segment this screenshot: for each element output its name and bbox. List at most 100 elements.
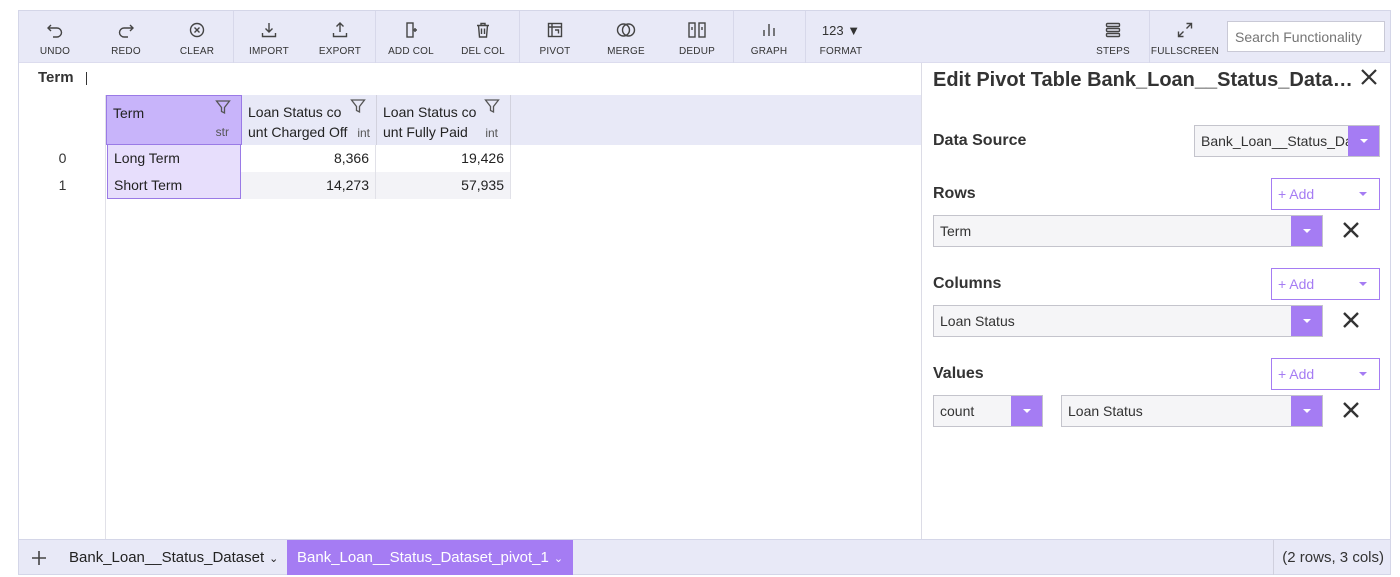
filter-icon[interactable] (215, 99, 231, 115)
table-cell[interactable]: 8,366 (241, 145, 376, 172)
steps-button[interactable]: STEPS (1077, 11, 1149, 63)
chevron-down-icon (1359, 282, 1367, 286)
column-header-title: Term (113, 105, 145, 121)
undo-button[interactable]: UNDO (19, 11, 91, 63)
data-source-select[interactable]: Bank_Loan__Status_Dataset (1194, 125, 1380, 157)
import-button[interactable]: IMPORT (233, 11, 305, 63)
text-cursor (86, 72, 87, 85)
add-row-button[interactable]: + Add (1271, 178, 1380, 210)
toolbar: UNDO REDO CLEAR IMPORT EXPORT ADD COL DE… (19, 11, 1390, 63)
merge-button[interactable]: MERGE (591, 11, 661, 63)
chevron-down-icon (1359, 192, 1367, 196)
undo-icon (46, 19, 64, 41)
pivot-label: PIVOT (539, 46, 571, 57)
row-index: 1 (58, 177, 67, 193)
trash-icon (474, 19, 492, 41)
del-col-button[interactable]: DEL COL (447, 11, 519, 63)
chevron-down-icon (1291, 396, 1322, 426)
row-col-count: (2 rows, 3 cols) (1273, 540, 1390, 575)
data-grid: Term str Loan Status co unt Charged Off i… (19, 95, 921, 539)
values-label: Values (933, 365, 984, 382)
merge-icon (616, 19, 636, 41)
add-value-label: + Add (1278, 366, 1315, 382)
del-col-label: DEL COL (461, 46, 505, 57)
remove-value-icon[interactable] (1341, 400, 1361, 420)
table-cell[interactable]: 57,935 (376, 172, 511, 199)
clear-label: CLEAR (179, 46, 215, 57)
add-column-button[interactable]: + Add (1271, 268, 1380, 300)
chevron-down-icon (1359, 372, 1367, 376)
filter-icon[interactable] (484, 98, 500, 114)
steps-label: STEPS (1096, 46, 1130, 57)
selected-column-name: Term (38, 69, 74, 86)
pivot-icon (546, 19, 564, 41)
remove-row-icon[interactable] (1341, 220, 1361, 240)
search-input[interactable] (1227, 21, 1385, 52)
values-field-select[interactable]: Loan Status (1061, 395, 1323, 427)
chevron-down-icon (1348, 126, 1379, 156)
add-col-button[interactable]: ADD COL (375, 11, 447, 63)
pivot-button[interactable]: PIVOT (519, 11, 591, 63)
chevron-down-icon (1291, 306, 1322, 336)
panel-title: Edit Pivot Table Bank_Loan__Status_Datas… (933, 69, 1361, 91)
values-aggregation-value: count (940, 403, 975, 419)
pivot-edit-panel: Edit Pivot Table Bank_Loan__Status_Datas… (921, 63, 1390, 539)
export-button[interactable]: EXPORT (305, 11, 375, 63)
columns-select[interactable]: Loan Status (933, 305, 1323, 337)
add-value-button[interactable]: + Add (1271, 358, 1380, 390)
fullscreen-button[interactable]: FULLSCREEN (1149, 11, 1221, 63)
chevron-down-icon: ⌄ (269, 553, 279, 565)
add-col-icon (402, 19, 420, 41)
column-header-term[interactable]: Term str (106, 95, 242, 145)
dedup-label: DEDUP (678, 46, 715, 57)
merge-label: MERGE (607, 46, 645, 57)
fullscreen-icon (1176, 19, 1194, 41)
tab-label: Bank_Loan__Status_Dataset (69, 549, 265, 566)
redo-label: REDO (111, 46, 141, 57)
dedup-button[interactable]: DEDUP (661, 11, 733, 63)
column-header-fully-paid[interactable]: Loan Status co unt Fully Paid int (377, 95, 511, 145)
rows-select[interactable]: Term (933, 215, 1323, 247)
rows-label: Rows (933, 185, 976, 202)
clear-button[interactable]: CLEAR (161, 11, 233, 63)
import-icon (260, 19, 278, 41)
add-col-label: ADD COL (388, 46, 434, 57)
chevron-down-icon (1291, 216, 1322, 246)
close-icon[interactable] (1359, 67, 1379, 87)
table-cell[interactable]: 14,273 (241, 172, 376, 199)
chevron-down-icon (1011, 396, 1042, 426)
rows-value: Term (940, 223, 972, 239)
table-cell[interactable]: 19,426 (376, 145, 511, 172)
row-index: 0 (58, 150, 67, 166)
format-button[interactable]: 123 ▼ FORMAT (805, 11, 877, 63)
selection-bar: Term (19, 63, 921, 95)
dedup-icon (687, 19, 707, 41)
column-header-charged-off[interactable]: Loan Status co unt Charged Off int (242, 95, 377, 145)
sheet-tabs: Bank_Loan__Status_Dataset ⌄ Bank_Loan__St… (19, 539, 1390, 575)
add-sheet-icon[interactable] (19, 540, 59, 575)
values-field-value: Loan Status (1068, 403, 1143, 419)
add-row-label: + Add (1278, 186, 1315, 202)
tab-bank-loan-status-dataset[interactable]: Bank_Loan__Status_Dataset ⌄ (59, 540, 288, 575)
graph-icon (760, 19, 778, 41)
table-cell[interactable]: Long Term (107, 145, 241, 172)
column-header-title: Loan Status co unt Fully Paid (383, 104, 477, 140)
import-label: IMPORT (249, 46, 289, 57)
column-type-label: str (215, 125, 229, 139)
export-label: EXPORT (318, 46, 362, 57)
table-cell[interactable]: Short Term (107, 172, 241, 199)
table-row: 1 Short Term 14,273 57,935 (19, 172, 511, 199)
filter-icon[interactable] (350, 98, 366, 114)
column-header-title: Loan Status co unt Charged Off (248, 104, 348, 140)
graph-button[interactable]: GRAPH (733, 11, 805, 63)
export-icon (331, 19, 349, 41)
redo-button[interactable]: REDO (91, 11, 161, 63)
format-icon: 123 ▼ (821, 22, 861, 38)
add-column-label: + Add (1278, 276, 1315, 292)
values-aggregation-select[interactable]: count (933, 395, 1043, 427)
remove-column-icon[interactable] (1341, 310, 1361, 330)
format-label: FORMAT (819, 46, 863, 57)
column-type-label: int (485, 126, 498, 140)
app-window: UNDO REDO CLEAR IMPORT EXPORT ADD COL DE… (18, 10, 1391, 575)
tab-bank-loan-status-dataset-pivot[interactable]: Bank_Loan__Status_Dataset_pivot_1 ⌄ (287, 540, 574, 575)
